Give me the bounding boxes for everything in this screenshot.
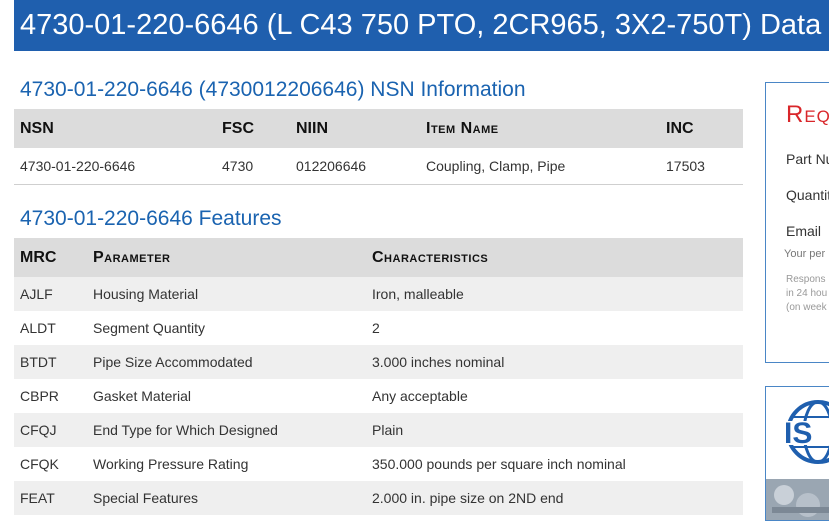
response-note-line-1: Respons: [786, 274, 826, 285]
iso-certification-badge: IS: [765, 386, 829, 521]
table-row: CFQK Working Pressure Rating 350.000 pou…: [14, 447, 743, 481]
table-row: CFQJ End Type for Which Designed Plain: [14, 413, 743, 447]
iso-badge-text: IS: [784, 417, 812, 450]
table-header-row: MRC Parameter Characteristics: [14, 238, 743, 277]
cell-mrc: CFQK: [20, 456, 59, 472]
table-row: ALDT Segment Quantity 2: [14, 311, 743, 345]
header-parameter: Parameter: [87, 238, 366, 277]
cell-characteristic: 2.000 in. pipe size on 2ND end: [366, 481, 743, 515]
table-row: FEAT Special Features 2.000 in. pipe siz…: [14, 481, 743, 515]
cell-parameter: End Type for Which Designed: [87, 413, 366, 447]
header-item-name: Item Name: [420, 109, 660, 148]
cell-inc: 17503: [660, 148, 743, 185]
cell-mrc: BTDT: [14, 345, 87, 379]
cell-characteristic: 350.000 pounds per square inch nominal: [372, 456, 626, 472]
cell-niin: 012206646: [290, 148, 420, 185]
cell-parameter: Housing Material: [87, 277, 366, 311]
response-note-line-2: in 24 hou: [786, 288, 828, 299]
cell-mrc: FEAT: [14, 481, 87, 515]
cell-parameter: Segment Quantity: [93, 320, 206, 336]
header-inc: INC: [660, 109, 743, 148]
nsn-information-title: 4730-01-220-6646 (4730012206646) NSN Inf…: [20, 78, 526, 101]
cell-characteristic: Plain: [366, 413, 743, 447]
cell-characteristic: Iron, malleable: [366, 277, 743, 311]
request-quote-heading: Req: [786, 101, 829, 128]
cell-mrc: CBPR: [20, 388, 59, 404]
cell-characteristic: Any acceptable: [372, 388, 468, 404]
cell-characteristic: 2: [372, 320, 380, 336]
features-title: 4730-01-220-6646 Features: [20, 207, 282, 230]
part-number-label[interactable]: Part Nu: [786, 151, 829, 167]
features-table: MRC Parameter Characteristics AJLF Housi…: [14, 238, 743, 515]
table-header-row: NSN FSC NIIN Item Name INC: [14, 109, 743, 148]
header-niin: NIIN: [290, 109, 420, 148]
header-fsc: FSC: [216, 109, 290, 148]
header-mrc: MRC: [14, 238, 87, 277]
response-note-line-3: (on week: [786, 302, 827, 313]
cell-nsn: 4730-01-220-6646: [14, 148, 216, 185]
email-hint: Your per: [784, 248, 826, 260]
table-row: CBPR Gasket Material Any acceptable: [14, 379, 743, 413]
cell-parameter: Pipe Size Accommodated: [87, 345, 366, 379]
cell-fsc: 4730: [216, 148, 290, 185]
iso-globe-icon: IS: [766, 400, 829, 520]
cell-mrc: AJLF: [14, 277, 87, 311]
page-banner-title: 4730-01-220-6646 (L C43 750 PTO, 2CR965,…: [14, 0, 829, 51]
table-row: BTDT Pipe Size Accommodated 3.000 inches…: [14, 345, 743, 379]
cell-characteristic: 3.000 inches nominal: [366, 345, 743, 379]
header-nsn: NSN: [14, 109, 216, 148]
cell-parameter: Gasket Material: [93, 388, 192, 404]
table-row: AJLF Housing Material Iron, malleable: [14, 277, 743, 311]
quantity-label[interactable]: Quantit: [786, 187, 829, 203]
cell-item-name: Coupling, Clamp, Pipe: [420, 148, 660, 185]
request-quote-panel: Req Part Nu Quantit Email Your per Respo…: [765, 82, 829, 363]
cell-parameter: Working Pressure Rating: [93, 456, 249, 472]
cell-parameter: Special Features: [87, 481, 366, 515]
table-row: 4730-01-220-6646 4730 012206646 Coupling…: [14, 148, 743, 185]
nsn-information-table: NSN FSC NIIN Item Name INC 4730-01-220-6…: [14, 109, 743, 185]
header-characteristics: Characteristics: [366, 238, 743, 277]
cell-mrc: CFQJ: [14, 413, 87, 447]
email-label[interactable]: Email: [786, 223, 821, 239]
cell-mrc: ALDT: [20, 320, 56, 336]
